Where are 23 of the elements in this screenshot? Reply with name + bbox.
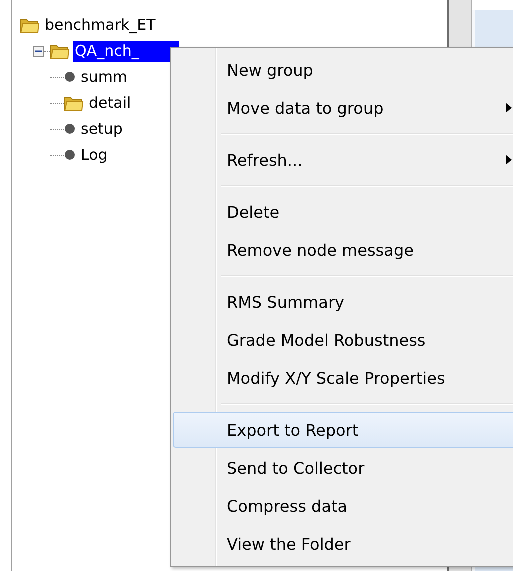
tree-item[interactable]: setup: [79, 118, 125, 140]
tree-item[interactable]: summ: [79, 66, 130, 88]
menu-item[interactable]: View the Folder: [173, 526, 513, 562]
tree-item[interactable]: benchmark_ET: [43, 14, 158, 36]
menu-item[interactable]: Export to Report: [173, 412, 513, 448]
menu-item[interactable]: Compress data: [173, 488, 513, 524]
submenu-arrow-icon: [506, 155, 512, 165]
bullet-icon: [64, 123, 76, 135]
menu-item[interactable]: Remove node message: [173, 232, 513, 268]
menu-item[interactable]: Modify X/Y Scale Properties: [173, 360, 513, 396]
bullet-icon: [64, 149, 76, 161]
collapse-toggle-icon[interactable]: [33, 46, 44, 56]
menu-item[interactable]: Move data to group: [173, 90, 513, 126]
menu-item[interactable]: Send to Collector: [173, 450, 513, 486]
tree-item[interactable]: Log: [79, 144, 110, 166]
menu-item[interactable]: Delete: [173, 194, 513, 230]
menu-item[interactable]: Grade Model Robustness: [173, 322, 513, 358]
menu-item[interactable]: Refresh...: [173, 142, 513, 178]
menu-item[interactable]: RMS Summary: [173, 284, 513, 320]
tree-item[interactable]: detail: [87, 92, 134, 114]
submenu-arrow-icon: [506, 103, 512, 113]
bullet-icon: [64, 71, 76, 83]
tree-item[interactable]: QA_nch_: [73, 40, 180, 62]
